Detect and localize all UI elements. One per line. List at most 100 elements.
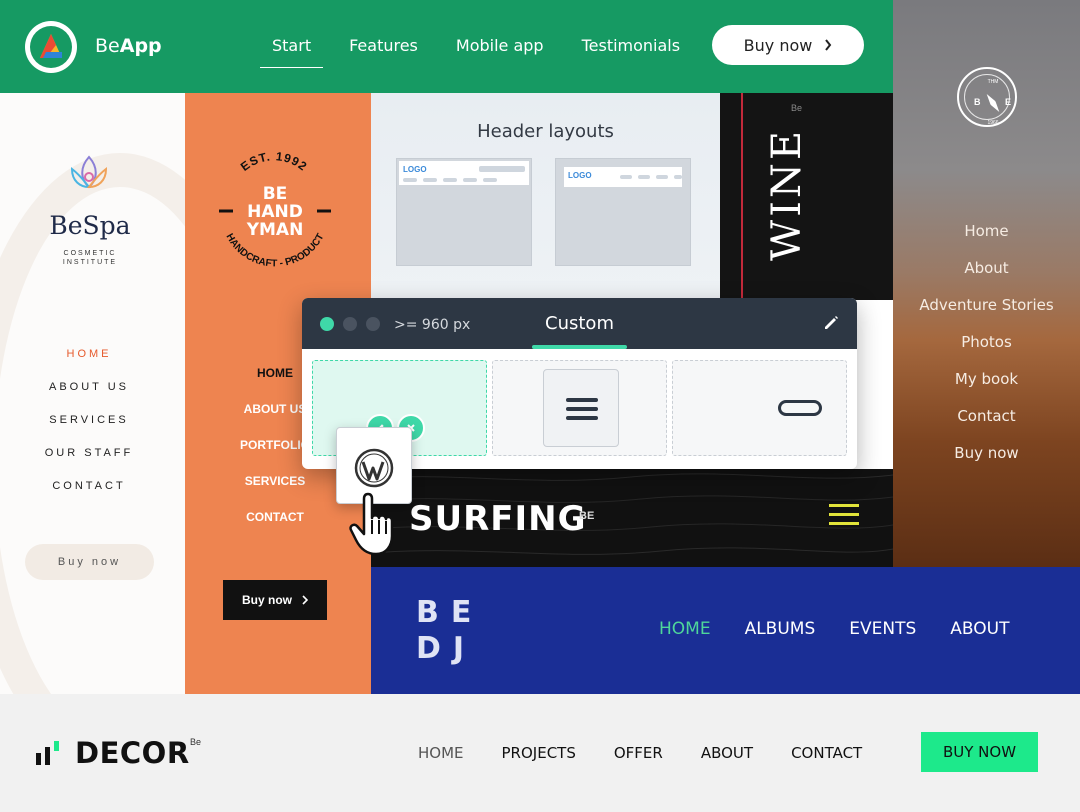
wine-red-line xyxy=(741,93,743,300)
wine-be: Be xyxy=(791,103,803,113)
pencil-icon[interactable] xyxy=(822,314,840,332)
bespa-menu-staff[interactable]: OUR STAFF xyxy=(0,447,178,480)
handyman-menu-contact[interactable]: CONTACT xyxy=(225,510,325,546)
layout-card-1-logo: LOGO xyxy=(403,165,427,174)
bespa-menu-about[interactable]: ABOUT US xyxy=(0,381,178,414)
adventure-panel: THM B E 1966 Home About Adventure Storie… xyxy=(893,0,1080,567)
layout-card-2-bar: LOGO xyxy=(564,167,682,187)
chevron-right-icon xyxy=(302,595,308,605)
adventure-menu-stories[interactable]: Adventure Stories xyxy=(893,296,1080,333)
layout-card-2-logo: LOGO xyxy=(568,171,592,180)
handyman-buy-label: Buy now xyxy=(242,593,292,607)
dj-nav-events[interactable]: EVENTS xyxy=(849,619,916,639)
breakpoint-dot-tablet[interactable] xyxy=(343,317,357,331)
decor-nav-about[interactable]: ABOUT xyxy=(701,744,753,762)
compass-needle xyxy=(984,92,1002,113)
compass-right-letter: E xyxy=(1005,97,1012,107)
handyman-name-3: YMAN xyxy=(246,220,304,240)
adventure-menu-photos[interactable]: Photos xyxy=(893,333,1080,370)
decor-nav-contact[interactable]: CONTACT xyxy=(791,744,862,762)
decor-nav-offer[interactable]: OFFER xyxy=(614,744,663,762)
bespa-subtitle-line2: INSTITUTE xyxy=(62,259,118,266)
layout-line xyxy=(479,166,525,172)
compass-left-letter: B xyxy=(974,97,981,107)
dj-nav-about[interactable]: ABOUT xyxy=(950,619,1009,639)
handyman-buy-button[interactable]: Buy now xyxy=(223,580,327,620)
beapp-nav-features[interactable]: Features xyxy=(349,36,418,55)
builder-slot-right[interactable] xyxy=(672,360,847,456)
surfing-be: BE xyxy=(579,510,595,522)
wine-panel: Be WINE xyxy=(720,93,893,300)
header-layouts-panel: Header layouts LOGO LOGO xyxy=(371,93,720,300)
bespa-name[interactable]: BeSpa xyxy=(0,211,180,240)
beapp-logo[interactable] xyxy=(25,21,77,73)
breakpoint-label: >= 960 px xyxy=(394,317,471,333)
decor-be: Be xyxy=(190,737,202,747)
handyman-name-2: HAND xyxy=(247,202,303,222)
layout-line xyxy=(638,175,650,179)
breakpoint-dot-desktop[interactable] xyxy=(320,317,334,331)
handyman-badge[interactable]: EST. 1992 BE HAND YMAN HANDCRAFT - PRODU… xyxy=(209,143,339,293)
adventure-menu-contact[interactable]: Contact xyxy=(893,407,1080,444)
layout-line xyxy=(423,178,437,182)
layout-line xyxy=(483,178,497,182)
hamburger-icon[interactable] xyxy=(829,504,859,526)
layout-line xyxy=(463,178,477,182)
adventure-menu-home[interactable]: Home xyxy=(893,222,1080,259)
hand-cursor-icon xyxy=(349,492,394,556)
handyman-est: EST. 1992 xyxy=(238,149,310,174)
layout-line xyxy=(620,175,632,179)
beapp-logo-icon xyxy=(40,34,62,58)
adventure-menu: Home About Adventure Stories Photos My b… xyxy=(893,222,1080,481)
handyman-menu-services[interactable]: SERVICES xyxy=(225,474,325,510)
beapp-brand[interactable]: BeApp xyxy=(95,35,162,57)
compass-icon[interactable]: THM B E 1966 xyxy=(957,67,1017,127)
decor-header: DECOR Be HOME PROJECTS OFFER ABOUT CONTA… xyxy=(0,694,1080,812)
compass-top-text: THM xyxy=(987,79,999,85)
decor-nav-home[interactable]: HOME xyxy=(418,744,464,762)
dj-logo-line1: BE xyxy=(416,595,484,630)
chevron-right-icon xyxy=(825,39,832,51)
beapp-buy-button[interactable]: Buy now xyxy=(712,25,864,65)
builder-slot-center[interactable] xyxy=(492,360,667,456)
builder-title[interactable]: Custom xyxy=(532,313,627,334)
dj-nav-albums[interactable]: ALBUMS xyxy=(745,619,816,639)
decor-nav-projects[interactable]: PROJECTS xyxy=(502,744,576,762)
button-widget[interactable] xyxy=(778,400,822,416)
beapp-brand-bold: App xyxy=(119,35,162,57)
beapp-buy-label: Buy now xyxy=(743,35,813,55)
decor-logo-icon xyxy=(36,741,59,765)
lotus-icon xyxy=(70,155,108,189)
adventure-menu-buy-now[interactable]: Buy now xyxy=(893,444,1080,481)
dj-nav-home[interactable]: HOME xyxy=(659,619,711,639)
breakpoint-dot-mobile[interactable] xyxy=(366,317,380,331)
decor-logo[interactable]: DECOR xyxy=(75,736,190,770)
bespa-menu-contact[interactable]: CONTACT xyxy=(0,480,178,513)
menu-button-widget[interactable] xyxy=(543,369,619,447)
bespa-subtitle-line1: COSMETIC xyxy=(63,250,117,257)
surfing-logo[interactable]: SURFING xyxy=(409,499,587,539)
header-layouts-title: Header layouts xyxy=(477,121,614,142)
compass-bottom-text: 1966 xyxy=(987,120,999,126)
beapp-nav-mobile-app[interactable]: Mobile app xyxy=(456,36,544,55)
bespa-panel: BeSpa COSMETIC INSTITUTE HOME ABOUT US S… xyxy=(0,93,185,694)
adventure-menu-about[interactable]: About xyxy=(893,259,1080,296)
layout-card-1[interactable]: LOGO xyxy=(396,158,532,266)
wordpress-icon xyxy=(354,448,394,488)
builder-tab-indicator xyxy=(532,345,627,349)
layout-card-2[interactable]: LOGO xyxy=(555,158,691,266)
bespa-buy-button[interactable]: Buy now xyxy=(25,544,154,580)
beapp-nav: Start Features Mobile app Testimonials xyxy=(259,36,718,68)
beapp-nav-testimonials[interactable]: Testimonials xyxy=(582,36,681,55)
dj-nav: HOME ALBUMS EVENTS ABOUT xyxy=(659,619,1043,639)
surfing-panel: SURFING BE xyxy=(371,469,893,567)
dj-logo[interactable]: BE DJ xyxy=(416,595,483,667)
bespa-menu-home[interactable]: HOME xyxy=(0,348,178,381)
bespa-menu-services[interactable]: SERVICES xyxy=(0,414,178,447)
adventure-menu-my-book[interactable]: My book xyxy=(893,370,1080,407)
dj-panel: BE DJ HOME ALBUMS EVENTS ABOUT xyxy=(371,567,1080,694)
beapp-nav-start[interactable]: Start xyxy=(259,36,324,68)
wine-logo[interactable]: WINE xyxy=(764,121,810,261)
beapp-brand-prefix: Be xyxy=(95,35,120,57)
decor-buy-button[interactable]: BUY NOW xyxy=(921,732,1038,772)
